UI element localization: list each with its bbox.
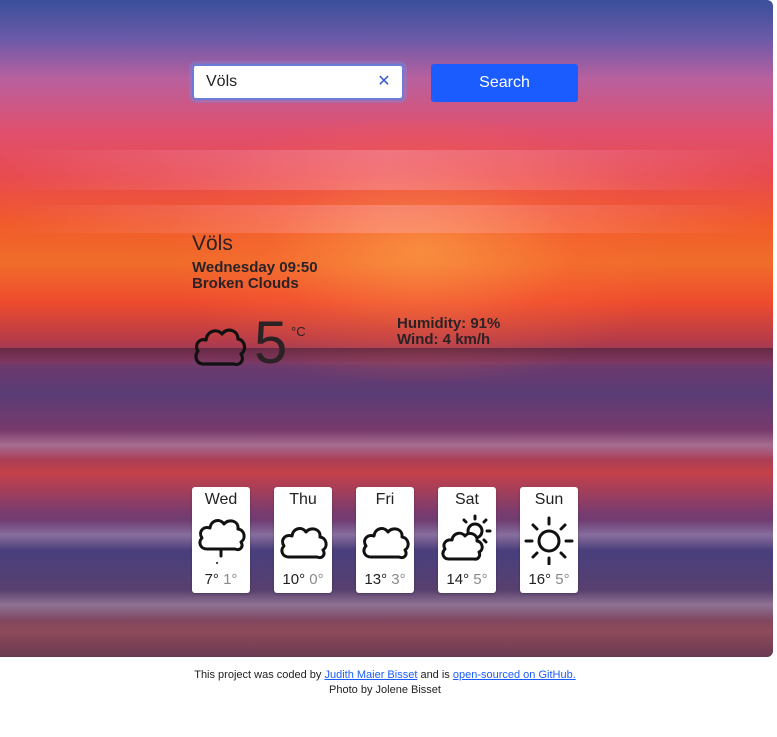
search-button[interactable]: Search [431,64,578,102]
forecast-low: 3° [391,571,406,588]
forecast-low: 1° [223,571,238,588]
wind: Wind: 4 km/h [397,331,491,348]
forecast-low: 5° [473,571,488,588]
forecast-temps: 10° 0° [274,571,332,588]
footer-text: This project was coded by [194,669,325,681]
cloud-icon [280,527,328,559]
forecast-high: 7° [204,571,219,588]
current-datetime: Wednesday 09:50 [192,259,318,276]
forecast-day-card: Thu 10° 0° [274,487,332,593]
partly-cloudy-icon [441,514,492,561]
close-icon[interactable]: ✕ [376,74,392,90]
footer: This project was coded by Judith Maier B… [0,668,770,698]
photo-credit: Photo by Jolene Bisset [329,684,441,696]
forecast-high: 16° [528,571,552,588]
weather-condition: Broken Clouds [192,275,299,292]
forecast-temps: 14° 5° [438,571,496,588]
forecast-high: 13° [364,571,388,588]
humidity: Humidity: 91% [397,315,501,332]
forecast-day-label: Fri [375,491,395,508]
wave [0,590,773,620]
forecast-low: 0° [309,571,324,588]
rain-cloud-icon [198,519,246,564]
forecast-day-label: Wed [204,491,238,508]
cloud-band [0,150,773,190]
forecast-high: 14° [446,571,470,588]
horizon [0,348,773,362]
github-link[interactable]: open-sourced on GitHub. [453,669,576,681]
sun-icon [524,516,574,565]
forecast-day-card: Sat 14° 5° [438,487,496,593]
forecast-day-card: Sun 16° 5° [520,487,578,593]
weather-app: ✕ Search Völs Wednesday 09:50 Broken Clo… [0,0,773,657]
forecast-day-label: Sun [534,491,564,508]
forecast-day-label: Thu [289,491,317,508]
city-name: Völs [192,232,233,255]
forecast-day-label: Sat [454,491,479,508]
temperature-unit[interactable]: °C [291,324,306,339]
forecast-temps: 13° 3° [356,571,414,588]
author-link[interactable]: Judith Maier Bisset [324,669,417,681]
forecast-temps: 7° 1° [192,571,250,588]
forecast-high: 10° [282,571,306,588]
current-temperature: 5 [254,309,288,376]
forecast-day-card: Fri 13° 3° [356,487,414,593]
cloud-icon [362,527,410,559]
cloud-icon [194,328,247,366]
forecast-day-card: Wed 7° 1° [192,487,250,593]
footer-text: and is [417,669,453,681]
cloud-band [0,205,773,233]
footer-credits: This project was coded by Judith Maier B… [0,668,770,683]
wave [0,430,773,460]
forecast-low: 5° [555,571,570,588]
forecast-temps: 16° 5° [520,571,578,588]
search-input[interactable] [192,64,404,100]
